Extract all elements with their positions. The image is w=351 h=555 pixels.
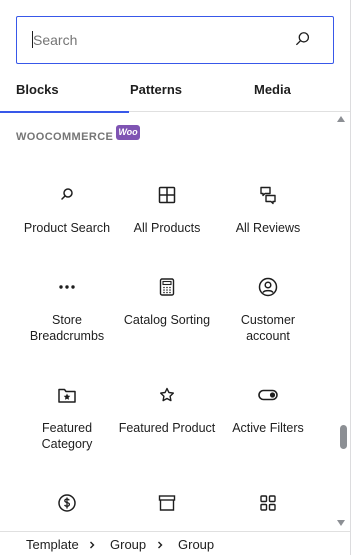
search-input[interactable] [17,17,287,62]
archive-icon [158,495,176,511]
block-all-reviews[interactable]: All Reviews [218,183,318,236]
breadcrumb: Template Group Group [0,531,350,555]
block-store-breadcrumbs[interactable]: Store Breadcrumbs [17,275,117,344]
block-item-partial[interactable] [117,491,217,528]
block-label: Featured Category [41,421,93,451]
block-featured-category[interactable]: Featured Category [17,383,117,452]
scrollbar-thumb[interactable] [340,425,347,449]
grid-four-icon [260,495,276,511]
block-product-search[interactable]: Product Search [17,183,117,236]
folder-star-icon [58,388,76,403]
block-list[interactable]: WOOCOMMERCE Woo Product Search All Produ… [0,113,350,531]
user-circle-icon [258,277,278,297]
block-label: Catalog Sorting [123,313,211,327]
toggle-icon [258,389,278,401]
scroll-down-arrow[interactable] [337,520,345,526]
block-featured-product[interactable]: Featured Product [117,383,217,436]
block-label: Featured Product [118,421,216,435]
breadcrumb-item-group[interactable]: Group [110,537,146,553]
block-catalog-sorting[interactable]: Catalog Sorting [117,275,217,328]
chevron-right-icon [158,541,163,549]
block-inserter-panel: Blocks Patterns Media WOOCOMMERCE Woo Pr… [0,0,351,555]
tab-blocks[interactable]: Blocks [0,72,128,113]
block-active-filters[interactable]: Active Filters [218,383,318,436]
block-label: Active Filters [232,421,304,435]
chevron-right-icon [90,541,95,549]
search-icon[interactable] [293,29,313,49]
search-box[interactable] [16,16,334,64]
scroll-up-arrow[interactable] [337,116,345,122]
block-label: Customer account [240,313,296,343]
block-customer-account[interactable]: Customer account [218,275,318,344]
tab-patterns[interactable]: Patterns [130,72,182,112]
grid-icon [158,186,176,204]
breadcrumb-item-group[interactable]: Group [178,537,214,553]
block-item-partial[interactable] [17,491,117,528]
calculator-icon [159,278,175,296]
dollar-circle-icon [58,494,76,512]
block-label: Store Breadcrumbs [29,313,105,343]
tab-media[interactable]: Media [254,72,291,112]
inserter-tabs: Blocks Patterns Media [0,72,350,113]
category-title: WOOCOMMERCE [16,131,114,143]
block-label: All Reviews [235,221,301,235]
text-caret [32,31,33,48]
breadcrumb-item-template[interactable]: Template [26,537,79,553]
block-all-products[interactable]: All Products [117,183,217,236]
search-icon [61,188,73,200]
woo-logo: Woo [116,125,140,140]
block-label: Product Search [23,221,111,235]
comment-reviews-icon [260,186,276,205]
block-label: All Products [133,221,201,235]
block-item-partial[interactable] [218,491,318,528]
star-icon [160,387,174,402]
more-horizontal-icon [59,285,75,289]
